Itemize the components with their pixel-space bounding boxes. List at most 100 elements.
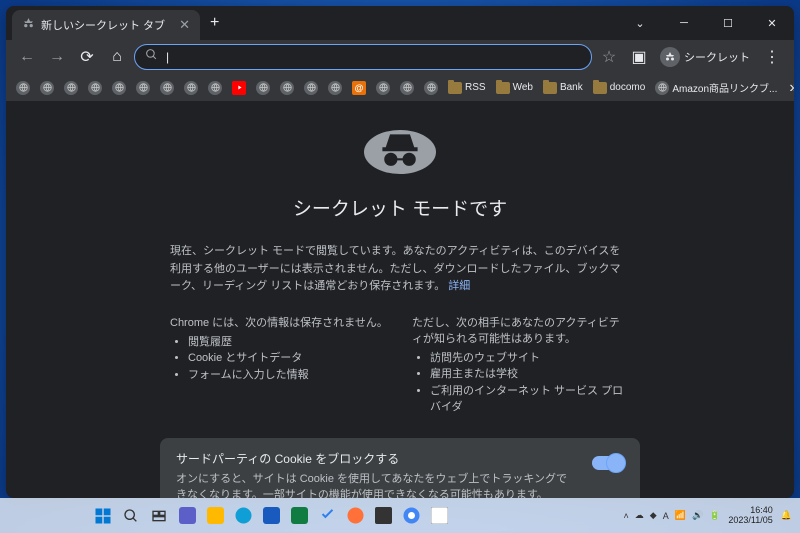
bookmark-star-button[interactable]: ☆ — [596, 44, 622, 70]
globe-icon — [16, 81, 30, 95]
text-cursor: | — [166, 50, 169, 64]
col-not-saved: Chrome には、次の情報は保存されません。 閲覧履歴 Cookie とサイト… — [170, 314, 388, 416]
bookmark-item[interactable] — [396, 78, 418, 98]
tray-cloud-icon[interactable]: ☁ — [635, 510, 644, 521]
bookmark-item[interactable] — [228, 78, 250, 98]
globe-icon — [256, 81, 270, 95]
globe-icon — [64, 81, 78, 95]
bookmark-folder-bank[interactable]: Bank — [539, 79, 587, 97]
list-item: Cookie とサイトデータ — [188, 350, 388, 367]
taskbar-app[interactable] — [202, 503, 228, 529]
globe-icon — [328, 81, 342, 95]
taskbar-clock[interactable]: 16:40 2023/11/05 — [728, 506, 772, 526]
incognito-columns: Chrome には、次の情報は保存されません。 閲覧履歴 Cookie とサイト… — [170, 314, 630, 416]
globe-icon — [655, 81, 669, 95]
youtube-icon — [232, 81, 246, 95]
bookmark-item[interactable] — [108, 78, 130, 98]
tab-close-button[interactable]: ✕ — [179, 17, 190, 33]
globe-icon — [160, 81, 174, 95]
close-button[interactable]: ✕ — [750, 6, 794, 40]
bookmark-item[interactable] — [12, 78, 34, 98]
bookmark-item[interactable] — [420, 78, 442, 98]
search-button[interactable] — [118, 503, 144, 529]
bookmark-item[interactable] — [276, 78, 298, 98]
taskbar-app[interactable] — [230, 503, 256, 529]
taskbar-center — [90, 503, 452, 529]
bookmark-item[interactable] — [372, 78, 394, 98]
globe-icon — [400, 81, 414, 95]
bookmark-item-amazon[interactable]: Amazon商品リンクブ... — [651, 77, 781, 98]
bookmark-item[interactable] — [36, 78, 58, 98]
titlebar: 新しいシークレット タブ ✕ + ⌄ ─ ☐ ✕ — [6, 6, 794, 40]
bookmarks-bar: @ RSS Web Bank docomo Amazon商品リンクブ... » — [6, 74, 794, 102]
bookmark-item[interactable] — [252, 78, 274, 98]
reload-button[interactable]: ⟳ — [74, 44, 100, 70]
maximize-button[interactable]: ☐ — [706, 6, 750, 40]
taskbar-app[interactable] — [398, 503, 424, 529]
address-bar[interactable]: | — [134, 44, 592, 70]
bookmark-folder-rss[interactable]: RSS — [444, 79, 490, 97]
browser-tab[interactable]: 新しいシークレット タブ ✕ — [12, 10, 200, 40]
taskbar-app[interactable] — [286, 503, 312, 529]
chevron-down-icon[interactable]: ⌄ — [618, 6, 662, 40]
bookmark-folder-docomo[interactable]: docomo — [589, 79, 650, 97]
bookmark-item[interactable] — [324, 78, 346, 98]
toggle-text: サードパーティの Cookie をブロックする オンにすると、サイトは Cook… — [176, 450, 578, 498]
bookmark-item[interactable] — [132, 78, 154, 98]
globe-icon — [40, 81, 54, 95]
minimize-button[interactable]: ─ — [662, 6, 706, 40]
block-cookies-toggle[interactable] — [592, 456, 624, 470]
side-panel-button[interactable]: ▣ — [626, 44, 652, 70]
tab-title: 新しいシークレット タブ — [41, 17, 165, 33]
taskbar-app[interactable] — [314, 503, 340, 529]
back-button[interactable]: ← — [14, 44, 40, 70]
tray-volume-icon[interactable]: 🔊 — [692, 510, 703, 521]
list-item: 雇用主または学校 — [430, 366, 630, 383]
globe-icon — [424, 81, 438, 95]
list-item: 訪問先のウェブサイト — [430, 350, 630, 367]
taskbar-app[interactable] — [342, 503, 368, 529]
tray-chevron-icon[interactable]: ˄ — [624, 511, 629, 521]
list-item: 閲覧履歴 — [188, 334, 388, 351]
taskbar-app[interactable] — [426, 503, 452, 529]
window-controls: ⌄ ─ ☐ ✕ — [618, 6, 794, 40]
windows-taskbar: ˄ ☁ ◆ A 📶 🔊 🔋 16:40 2023/11/05 🔔 — [0, 498, 800, 533]
home-button[interactable]: ⌂ — [104, 44, 130, 70]
tray-ime-icon[interactable]: A — [663, 511, 669, 521]
incognito-heading: シークレット モードです — [293, 194, 507, 221]
bookmark-item[interactable] — [180, 78, 202, 98]
forward-button[interactable]: → — [44, 44, 70, 70]
bookmark-item[interactable] — [156, 78, 178, 98]
globe-icon — [88, 81, 102, 95]
notifications-button[interactable]: 🔔 — [781, 510, 792, 521]
page-content: シークレット モードです 現在、シークレット モードで閲覧しています。あなたのア… — [6, 102, 794, 498]
list-item: ご利用のインターネット サービス プロバイダ — [430, 383, 630, 416]
globe-icon — [136, 81, 150, 95]
start-button[interactable] — [90, 503, 116, 529]
globe-icon — [208, 81, 222, 95]
browser-window: 新しいシークレット タブ ✕ + ⌄ ─ ☐ ✕ ← → ⟳ ⌂ | ☆ ▣ シ… — [6, 6, 794, 498]
taskbar-app[interactable] — [174, 503, 200, 529]
bookmark-item[interactable] — [60, 78, 82, 98]
globe-icon — [112, 81, 126, 95]
new-tab-button[interactable]: + — [200, 6, 229, 40]
toolbar: ← → ⟳ ⌂ | ☆ ▣ シークレット ⋮ — [6, 40, 794, 74]
menu-button[interactable]: ⋮ — [758, 47, 786, 67]
task-view-button[interactable] — [146, 503, 172, 529]
folder-icon — [496, 82, 510, 94]
bookmark-item[interactable]: @ — [348, 78, 370, 98]
incognito-indicator[interactable]: シークレット — [656, 45, 754, 69]
tray-battery-icon[interactable]: 🔋 — [709, 510, 720, 521]
bookmarks-overflow-button[interactable]: » — [785, 79, 794, 97]
bookmark-item[interactable] — [84, 78, 106, 98]
incognito-label: シークレット — [684, 49, 750, 65]
tray-app-icon[interactable]: ◆ — [650, 510, 657, 521]
learn-more-link[interactable]: 詳細 — [448, 280, 470, 292]
tray-wifi-icon[interactable]: 📶 — [675, 510, 686, 521]
taskbar-app[interactable] — [370, 503, 396, 529]
taskbar-app[interactable] — [258, 503, 284, 529]
bookmark-item[interactable] — [300, 78, 322, 98]
folder-icon — [448, 82, 462, 94]
bookmark-item[interactable] — [204, 78, 226, 98]
bookmark-folder-web[interactable]: Web — [492, 79, 537, 97]
